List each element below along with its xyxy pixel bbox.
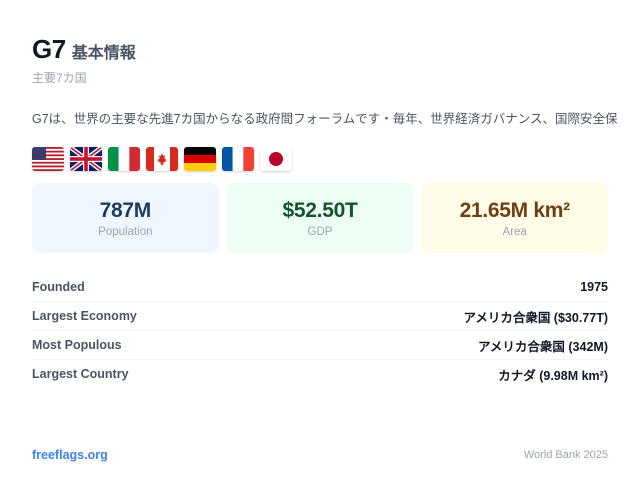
footer: freeflags.org World Bank 2025 (32, 448, 608, 462)
title-row: G7 基本情報 (32, 34, 608, 68)
description: G7は、世界の主要な先進7カ国からなる政府間フォーラムです・毎年、世界経済ガバナ… (32, 112, 618, 126)
fact-row-most-populous: Most Populous アメリカ合衆国 (342M) (32, 331, 608, 360)
flag-usa-icon (32, 147, 64, 171)
flag-germany-icon (184, 147, 216, 171)
stats-row: 787M Population $52.50T GDP 21.65M km² A… (32, 183, 609, 253)
freeflags-link[interactable]: freeflags.org (32, 448, 108, 462)
population-stat: 787M Population (32, 183, 219, 253)
population-label: Population (98, 225, 153, 238)
flag-uk-icon (70, 147, 102, 171)
fact-value: カナダ (9.98M km²) (498, 368, 608, 383)
flag-list (32, 147, 608, 173)
area-value: 21.65M km² (459, 198, 571, 222)
fact-value: アメリカ合衆国 ($30.77T) (463, 310, 608, 325)
fact-label: Most Populous (32, 338, 122, 352)
flag-france-icon (222, 147, 254, 171)
gdp-value: $52.50T (282, 198, 358, 222)
page-title: G7 (32, 34, 66, 64)
gdp-stat: $52.50T GDP (226, 183, 414, 253)
fact-value: 1975 (580, 280, 608, 294)
flag-canada-icon (146, 147, 178, 171)
area-label: Area (502, 225, 527, 238)
fact-row-largest-country: Largest Country カナダ (9.98M km²) (32, 360, 608, 388)
g7-info-card: G7 基本情報 主要7カ国 G7は、世界の主要な先進7カ国からなる政府間フォーラ… (32, 34, 618, 388)
fact-label: Founded (32, 280, 85, 294)
page-subtitle: 主要7カ国 (32, 71, 87, 85)
fact-value: アメリカ合衆国 (342M) (478, 339, 608, 354)
fact-row-founded: Founded 1975 (32, 273, 608, 302)
fact-label: Largest Country (32, 367, 129, 381)
area-stat: 21.65M km² Area (421, 183, 609, 253)
gdp-label: GDP (307, 225, 333, 238)
facts-table: Founded 1975 Largest Economy アメリカ合衆国 ($3… (32, 273, 608, 388)
population-value: 787M (99, 198, 152, 222)
data-source: World Bank 2025 (523, 449, 608, 461)
fact-label: Largest Economy (32, 309, 137, 323)
page-title-suffix: 基本情報 (71, 45, 136, 62)
fact-row-largest-economy: Largest Economy アメリカ合衆国 ($30.77T) (32, 302, 608, 331)
flag-japan-icon (260, 147, 292, 171)
flag-italy-icon (108, 147, 140, 171)
